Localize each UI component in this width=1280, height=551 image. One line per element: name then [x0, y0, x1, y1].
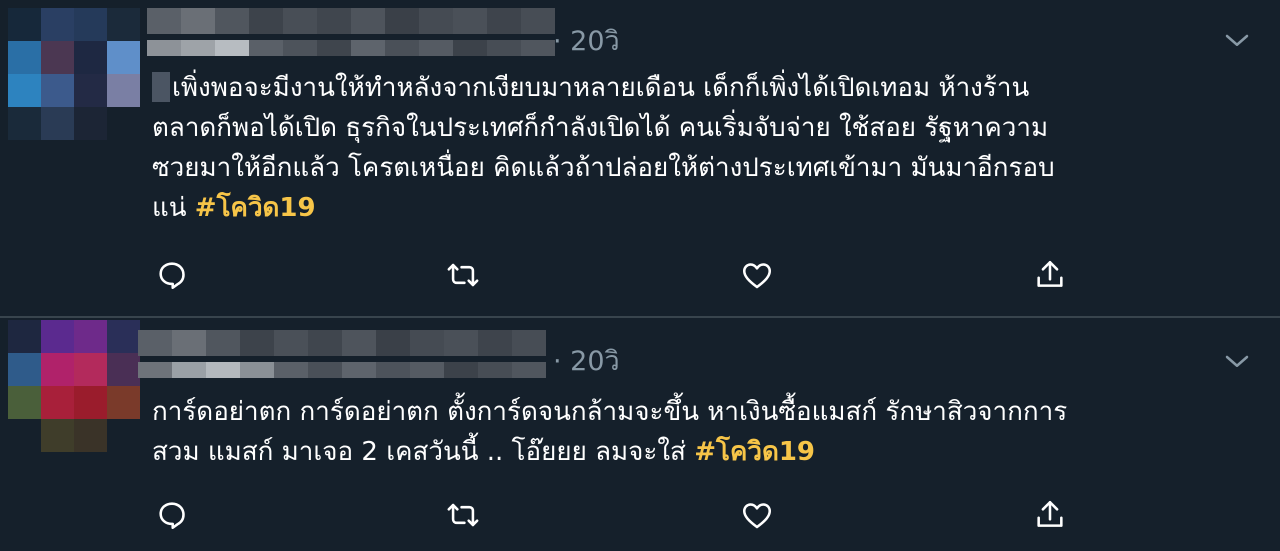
reply-button[interactable] — [152, 495, 192, 535]
tweet-actions — [152, 495, 1072, 535]
tweet-actions — [152, 255, 1072, 295]
tweet-text-line: การ์ดอย่าตก การ์ดอย่าตก ตั้งการ์ดจนกล้าม… — [152, 397, 1068, 427]
reply-button[interactable] — [152, 255, 192, 295]
share-button[interactable] — [1030, 255, 1070, 295]
reply-icon — [159, 502, 185, 530]
tweet-text: การ์ดอย่าตก การ์ดอย่าตก ตั้งการ์ดจนกล้าม… — [152, 392, 1242, 472]
tweet-text-line: แน่ #โควิด19 — [152, 193, 316, 223]
display-name-redacted[interactable] — [147, 8, 555, 34]
retweet-icon — [447, 503, 479, 527]
tweet-text: เพิ่งพอจะมีงานให้ทำหลังจากเงียบมาหลายเดื… — [152, 68, 1242, 228]
tweet-timestamp[interactable]: · 20วิ — [553, 345, 620, 379]
like-button[interactable] — [737, 255, 777, 295]
like-button[interactable] — [737, 495, 777, 535]
tweet-text-line: ตลาดก็พอได้เปิด ธุรกิจในประเทศก็กำลังเปิ… — [152, 113, 1049, 143]
like-icon — [742, 263, 772, 289]
like-icon — [742, 503, 772, 529]
retweet-button[interactable] — [443, 495, 483, 535]
retweet-button[interactable] — [443, 255, 483, 295]
share-button[interactable] — [1030, 495, 1070, 535]
tweet-timestamp[interactable]: · 20วิ — [553, 25, 620, 59]
chevron-down-icon[interactable] — [1222, 347, 1252, 377]
tweet-text-line: ซวยมาให้อีกแล้ว โครตเหนื่อย คิดแล้วถ้าปล… — [152, 153, 1055, 183]
retweet-icon — [447, 263, 479, 287]
hashtag-link[interactable]: #โควิด19 — [195, 193, 316, 223]
reply-icon — [159, 262, 185, 290]
display-name-redacted[interactable] — [138, 330, 546, 356]
username-redacted[interactable] — [138, 362, 546, 378]
tweet-text-line: เพิ่งพอจะมีงานให้ทำหลังจากเงียบมาหลายเดื… — [152, 68, 1242, 108]
share-icon — [1037, 500, 1063, 527]
redacted-mark — [152, 72, 170, 102]
avatar[interactable] — [8, 8, 140, 140]
chevron-down-icon[interactable] — [1222, 26, 1252, 56]
tweet-text-line: สวม แมสก์ มาเจอ 2 เคสวันนี้ .. โอ๊ยยย ลม… — [152, 437, 816, 467]
share-icon — [1037, 260, 1063, 287]
username-redacted[interactable] — [147, 40, 555, 56]
tweet[interactable]: · 20วิ เพิ่งพอจะมีงานให้ทำหลังจากเงียบมา… — [0, 0, 1280, 316]
avatar[interactable] — [8, 320, 140, 452]
hashtag-link[interactable]: #โควิด19 — [694, 437, 815, 467]
tweet[interactable]: · 20วิ การ์ดอย่าตก การ์ดอย่าตก ตั้งการ์ด… — [0, 318, 1280, 551]
